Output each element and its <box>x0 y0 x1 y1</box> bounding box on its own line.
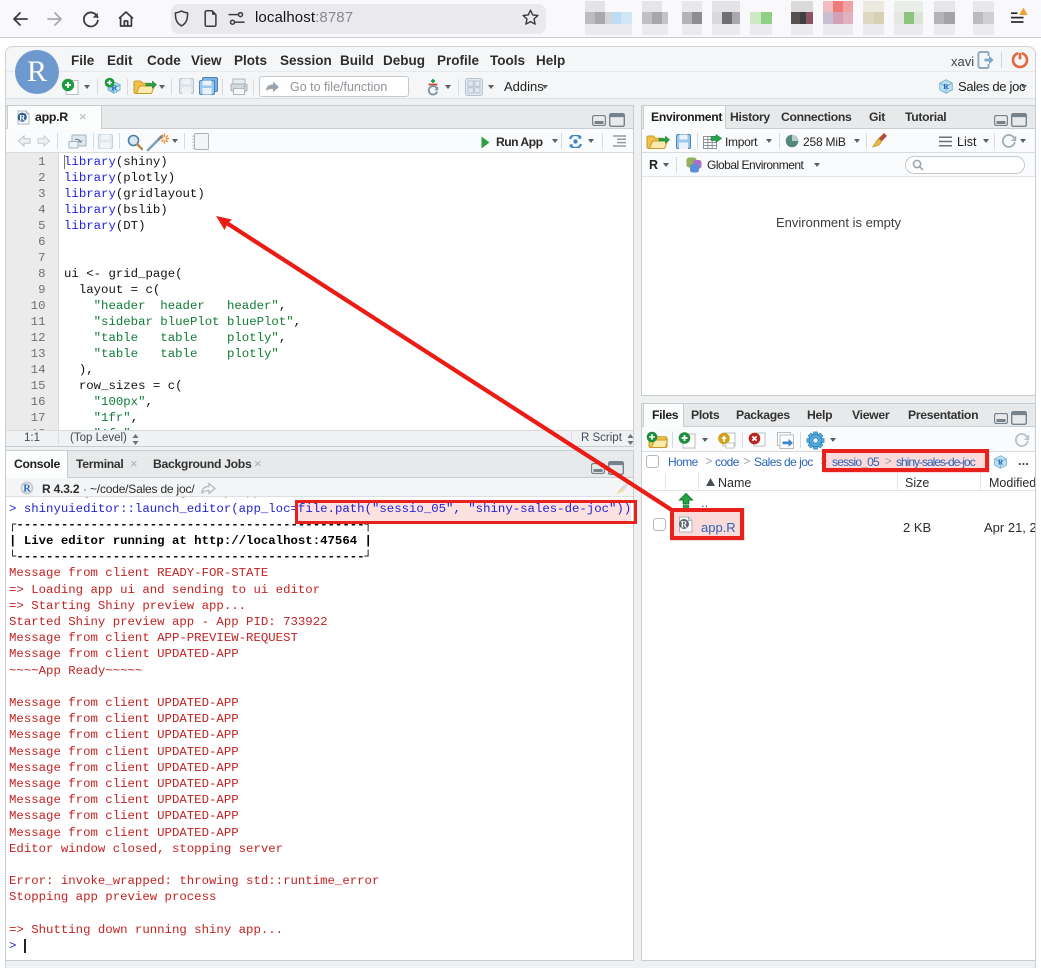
svg-text:R: R <box>19 112 26 122</box>
svg-text:R: R <box>23 484 31 495</box>
svg-text:R: R <box>943 82 949 91</box>
svg-text:R: R <box>998 458 1004 466</box>
